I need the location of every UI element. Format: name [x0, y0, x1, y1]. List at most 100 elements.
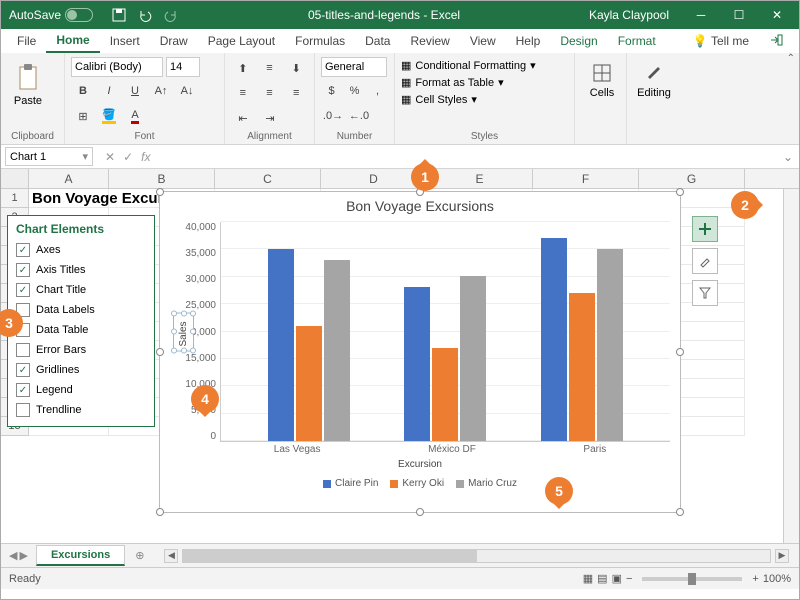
page-break-view-icon[interactable]: ▣ [612, 572, 622, 585]
resize-handle[interactable] [676, 348, 684, 356]
menu-data[interactable]: Data [355, 30, 400, 52]
editing-button[interactable]: Editing [633, 57, 675, 105]
scroll-left-icon[interactable]: ◀ [164, 549, 178, 563]
column-header[interactable]: G [639, 169, 745, 188]
font-name-select[interactable]: Calibri (Body) [71, 57, 163, 77]
legend-item[interactable]: Mario Cruz [456, 478, 517, 489]
scroll-right-icon[interactable]: ▶ [775, 549, 789, 563]
resize-handle[interactable] [156, 188, 164, 196]
chart-element-option[interactable]: ✓Axis Titles [16, 260, 146, 280]
bar[interactable] [404, 287, 430, 441]
cells-button[interactable]: Cells [581, 57, 623, 105]
zoom-level[interactable]: 100% [763, 573, 791, 585]
undo-icon[interactable] [137, 7, 153, 23]
resize-handle[interactable] [156, 508, 164, 516]
user-name[interactable]: Kayla Claypool [579, 8, 679, 22]
maximize-button[interactable]: ☐ [721, 1, 757, 29]
chart-object[interactable]: Bon Voyage Excursions Sales 40,00035,000… [159, 191, 681, 513]
zoom-out-button[interactable]: − [626, 573, 632, 585]
zoom-slider[interactable] [642, 577, 742, 581]
page-layout-view-icon[interactable]: ▤ [597, 572, 607, 585]
format-as-table-button[interactable]: ▦ Format as Table ▾ [401, 74, 568, 91]
chart-elements-button[interactable] [692, 216, 718, 242]
chart-element-option[interactable]: Error Bars [16, 340, 146, 360]
bar[interactable] [268, 249, 294, 442]
autosave-toggle[interactable]: AutoSave [1, 8, 101, 22]
increase-decimal-button[interactable]: .0→ [321, 105, 345, 127]
confirm-formula-icon[interactable]: ✓ [123, 150, 133, 164]
percent-button[interactable]: % [344, 80, 365, 102]
align-right-button[interactable]: ≡ [284, 82, 308, 104]
checkbox-icon[interactable]: ✓ [16, 363, 30, 377]
chart-legend[interactable]: Claire Pin Kerry Oki Mario Cruz [160, 470, 680, 497]
zoom-in-button[interactable]: + [752, 573, 758, 585]
tab-next-icon[interactable]: ▶ [19, 549, 27, 562]
legend-item[interactable]: Claire Pin [323, 478, 378, 489]
underline-button[interactable]: U [123, 80, 147, 102]
column-header[interactable]: B [109, 169, 215, 188]
bar[interactable] [541, 238, 567, 442]
select-all-corner[interactable] [1, 169, 29, 188]
menu-insert[interactable]: Insert [100, 30, 150, 52]
resize-handle[interactable] [676, 188, 684, 196]
chart-title[interactable]: Bon Voyage Excursions [160, 192, 680, 222]
tell-me[interactable]: 💡 Tell me [683, 30, 759, 52]
x-axis-title[interactable]: Excursion [160, 455, 680, 470]
border-button[interactable]: ⊞ [71, 105, 95, 127]
column-header[interactable]: F [533, 169, 639, 188]
italic-button[interactable]: I [97, 80, 121, 102]
decrease-indent-button[interactable]: ⇤ [231, 107, 255, 129]
menu-draw[interactable]: Draw [150, 30, 198, 52]
number-format-select[interactable]: General [321, 57, 387, 77]
checkbox-icon[interactable]: ✓ [16, 383, 30, 397]
bar[interactable] [597, 249, 623, 442]
bar[interactable] [296, 326, 322, 442]
cancel-formula-icon[interactable]: ✕ [105, 150, 115, 164]
resize-handle[interactable] [676, 508, 684, 516]
resize-handle[interactable] [156, 348, 164, 356]
checkbox-icon[interactable] [16, 403, 30, 417]
horizontal-scrollbar[interactable] [182, 549, 771, 563]
comma-button[interactable]: , [367, 80, 388, 102]
minimize-button[interactable]: ─ [683, 1, 719, 29]
chart-filters-button[interactable] [692, 280, 718, 306]
bar[interactable] [324, 260, 350, 442]
chart-element-option[interactable]: ✓Chart Title [16, 280, 146, 300]
checkbox-icon[interactable] [16, 343, 30, 357]
row-header[interactable]: 1 [1, 189, 29, 208]
chart-element-option[interactable]: ✓Legend [16, 380, 146, 400]
fx-icon[interactable]: fx [141, 150, 150, 164]
paste-button[interactable]: Paste [7, 57, 49, 113]
align-center-button[interactable]: ≡ [258, 82, 282, 104]
column-header[interactable]: A [29, 169, 109, 188]
redo-icon[interactable] [163, 7, 179, 23]
chart-plot-area[interactable] [220, 222, 670, 442]
normal-view-icon[interactable]: ▦ [583, 572, 593, 585]
toggle-icon[interactable] [65, 8, 93, 22]
menu-formulas[interactable]: Formulas [285, 30, 355, 52]
column-header[interactable]: C [215, 169, 321, 188]
checkbox-icon[interactable]: ✓ [16, 283, 30, 297]
tab-prev-icon[interactable]: ◀ [9, 549, 17, 562]
collapse-ribbon-button[interactable]: ⌃ [787, 53, 795, 64]
new-sheet-button[interactable]: ⊕ [125, 549, 154, 562]
decrease-font-button[interactable]: A↓ [175, 80, 199, 102]
close-button[interactable]: ✕ [759, 1, 795, 29]
bold-button[interactable]: B [71, 80, 95, 102]
align-middle-button[interactable]: ≡ [258, 57, 282, 79]
save-icon[interactable] [111, 7, 127, 23]
font-color-button[interactable]: A [123, 105, 147, 127]
cell-styles-button[interactable]: ▦ Cell Styles ▾ [401, 91, 568, 108]
bar[interactable] [460, 276, 486, 441]
align-top-button[interactable]: ⬆ [231, 57, 255, 79]
legend-item[interactable]: Kerry Oki [390, 478, 444, 489]
chart-styles-button[interactable] [692, 248, 718, 274]
cell[interactable]: Bon Voyage Excursions [29, 189, 109, 208]
currency-button[interactable]: $ [321, 80, 342, 102]
align-left-button[interactable]: ≡ [231, 82, 255, 104]
menu-home[interactable]: Home [46, 29, 99, 53]
checkbox-icon[interactable]: ✓ [16, 263, 30, 277]
conditional-formatting-button[interactable]: ▦ Conditional Formatting ▾ [401, 57, 568, 74]
bar[interactable] [432, 348, 458, 442]
font-size-select[interactable]: 14 [166, 57, 200, 77]
